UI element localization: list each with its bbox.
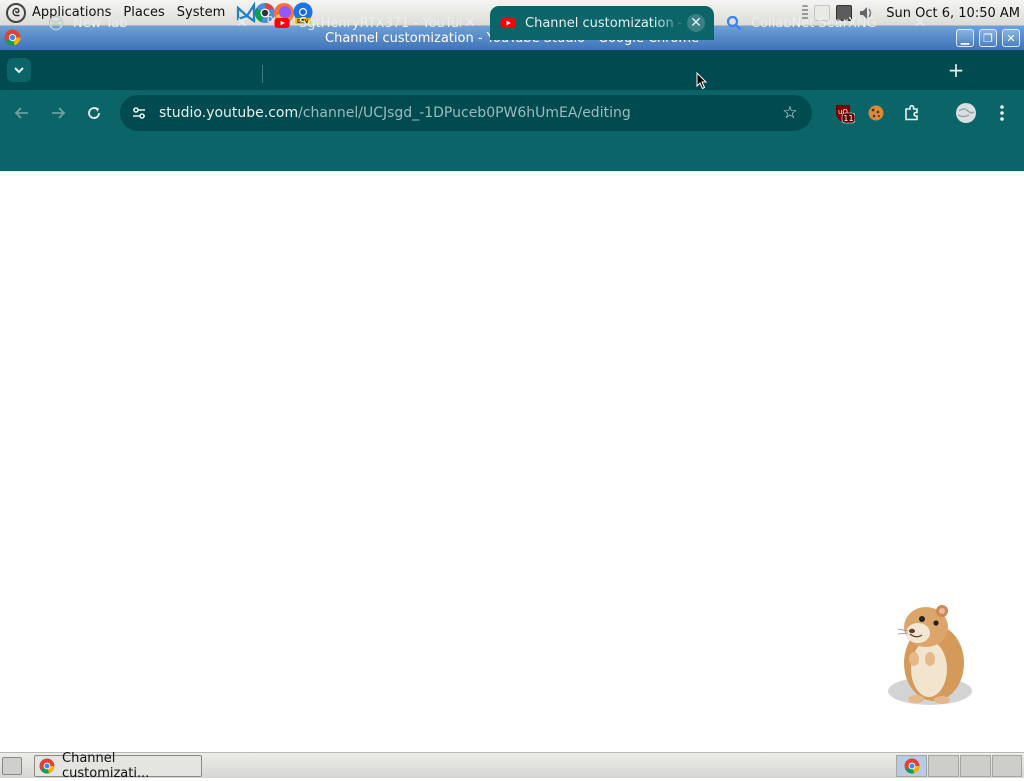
maximize-button[interactable]: ❐ [979,29,997,47]
tune-icon [133,107,145,119]
workspace-1[interactable] [896,755,927,777]
profile-button[interactable] [954,101,978,125]
search-icon [726,15,742,31]
tab-collabnet-searxng[interactable]: CollabNet SearXNG ✕ [716,6,938,40]
tab-sgthenry-youtube[interactable]: SgtHenryRTX371 - YouTube ✕ [264,6,488,40]
close-tab-icon[interactable]: ✕ [687,14,705,32]
close-tab-icon[interactable]: ✕ [911,14,929,32]
tab-title: SgtHenryRTX371 - YouTube [299,15,461,31]
workspace-2[interactable] [928,755,959,777]
tab-title: CollabNet SearXNG [751,15,877,31]
plus-icon: + [947,58,965,82]
bottom-panel: Channel customizati... [0,751,1024,781]
tab-title: New Tab [73,15,128,31]
extension-badge: 11 [843,114,853,123]
more-vert-icon [1000,105,1004,121]
star-icon: ☆ [782,103,798,123]
workspace-4[interactable] [992,755,1022,777]
back-button[interactable] [9,100,35,126]
bookmark-star-button[interactable]: ☆ [778,101,802,125]
reload-icon [88,107,100,119]
url-path: /channel/UCJsgd_-1DPuceb0PW6hUmEA/editin… [298,105,631,121]
ublock-icon: uO11 [836,105,855,124]
url-text[interactable]: studio.youtube.com/channel/UCJsgd_-1DPuc… [159,105,631,121]
youtube-icon [500,15,516,31]
taskbar-window-label: Channel customizati... [62,751,150,781]
page-content [0,171,1024,752]
cookie-icon [868,105,884,121]
chrome-globe-icon [48,15,64,31]
close-tab-icon[interactable]: ✕ [461,14,479,32]
extensions-button[interactable] [900,101,924,125]
arrow-right-icon [52,107,66,119]
tab-new-tab[interactable]: New Tab ✕ [38,6,260,40]
bookmarks-bar [0,136,1024,171]
close-window-button[interactable]: ✕ [1002,29,1020,47]
chrome-icon [4,29,21,46]
chrome-menu-button[interactable] [990,101,1014,125]
tab-search-button[interactable] [7,58,31,82]
tab-separator [262,65,263,83]
arrow-left-icon [14,107,28,119]
url-host: studio.youtube.com [159,105,299,121]
address-bar[interactable]: studio.youtube.com/channel/UCJsgd_-1DPuc… [120,95,812,131]
tab-strip [0,50,1024,90]
chrome-icon [904,758,920,774]
debian-logo-icon: ᘓ [6,2,26,23]
show-desktop-button[interactable] [2,757,22,775]
site-info-button[interactable] [122,98,156,128]
taskbar-window-button[interactable]: Channel customizati... [34,751,202,781]
hamster-desktop-pet-icon[interactable] [884,601,974,707]
workspace-3[interactable] [960,755,991,777]
tab-title: Channel customization - YouTube Studio [525,15,687,31]
tab-channel-customization[interactable]: Channel customization - YouTube Studio ✕ [490,6,714,40]
chevron-down-icon [14,67,24,74]
browser-toolbar: studio.youtube.com/channel/UCJsgd_-1DPuc… [0,90,1024,136]
youtube-icon [274,15,290,31]
avatar [956,103,976,123]
forward-button[interactable] [45,100,71,126]
reload-button[interactable] [81,100,107,126]
new-tab-button[interactable]: + [945,58,967,82]
close-tab-icon[interactable]: ✕ [233,14,251,32]
cookie-extension-button[interactable] [864,101,888,125]
puzzle-icon [905,104,918,121]
minimize-button[interactable]: ▁ [956,29,974,47]
chrome-icon [39,758,55,774]
mouse-cursor-icon [696,72,708,90]
ublock-extension-button[interactable]: uO 11 [832,101,856,125]
